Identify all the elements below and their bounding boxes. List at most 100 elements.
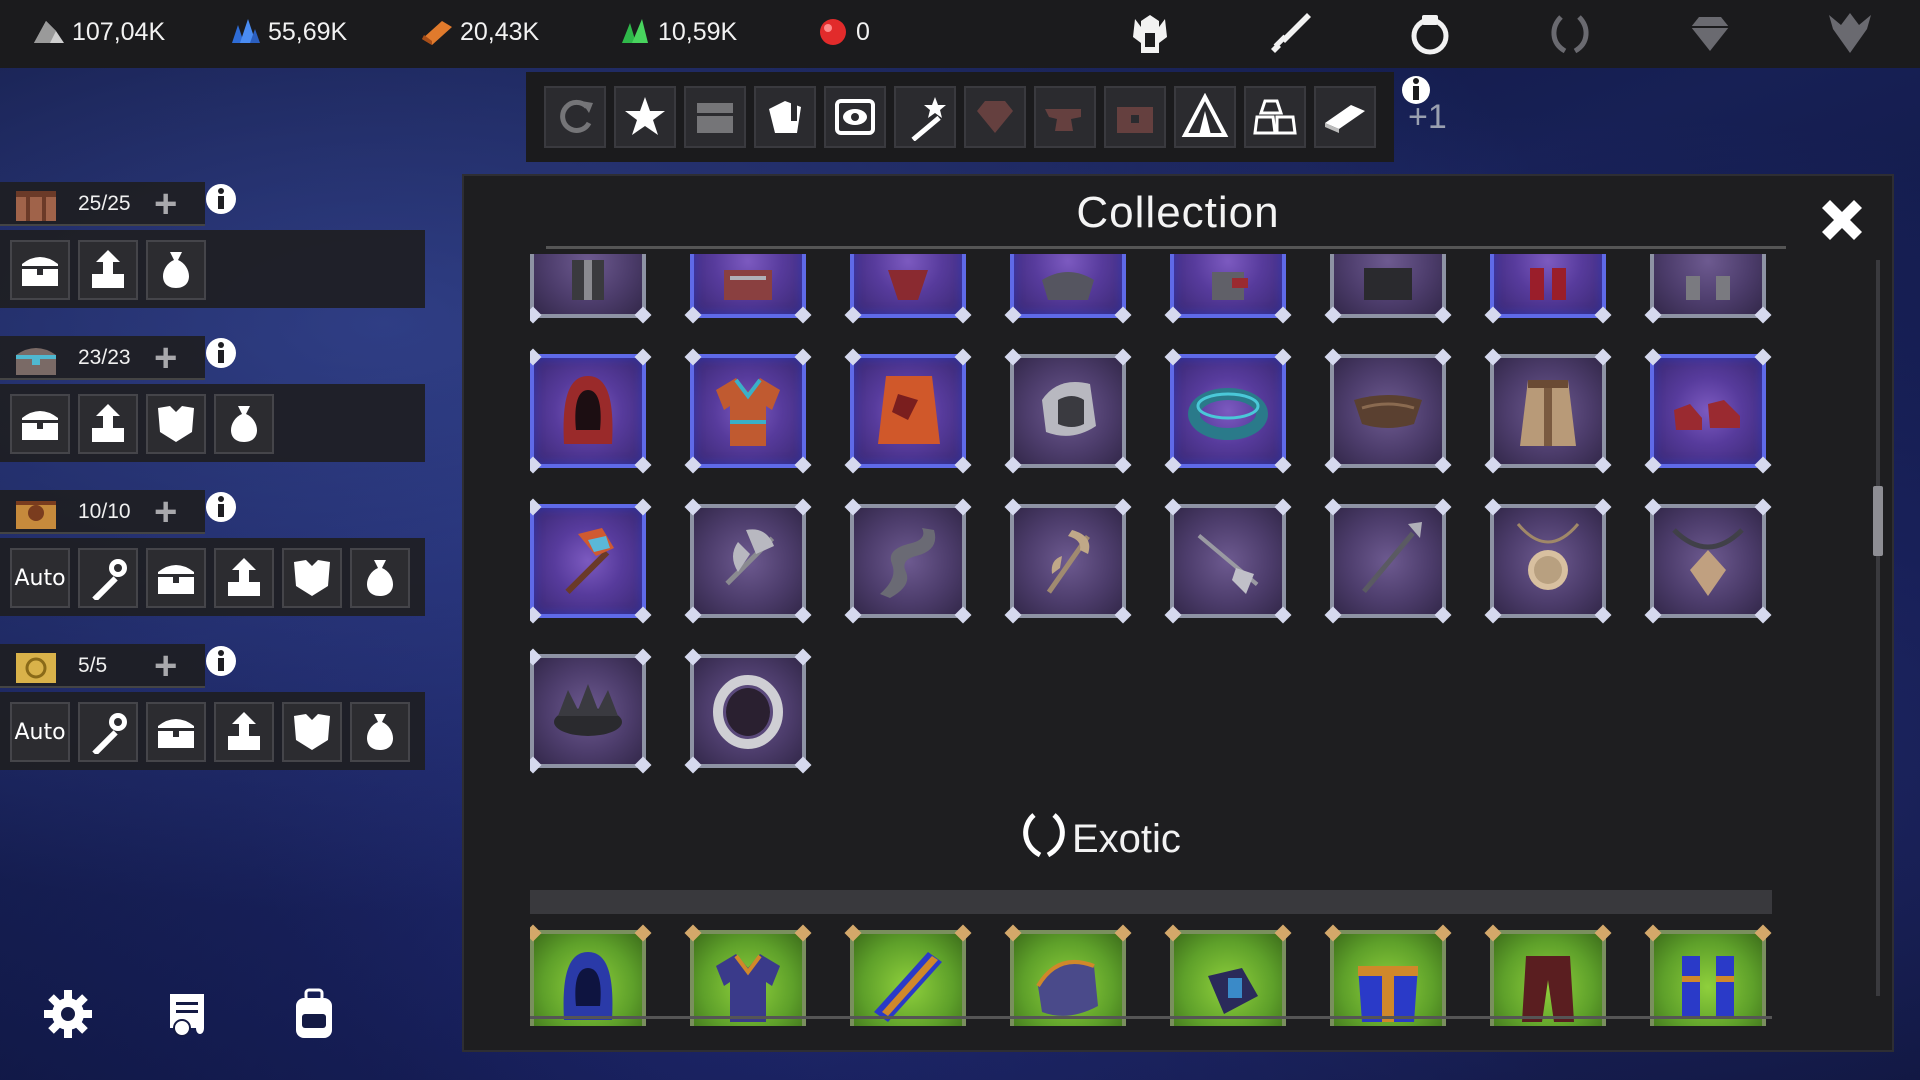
collection-item-spear[interactable] <box>1324 498 1452 624</box>
collection-item-war-hammer[interactable] <box>530 498 652 624</box>
collection-item-blue-pauldron[interactable] <box>1004 924 1132 1026</box>
bag-button[interactable] <box>146 240 206 300</box>
wrench-button[interactable] <box>78 548 138 608</box>
collection-item-blue-boots[interactable] <box>1644 924 1772 1026</box>
helmet-icon <box>572 260 604 300</box>
chest-icon <box>158 565 194 594</box>
collection-item-skirt[interactable] <box>1484 348 1612 474</box>
laurel-icon[interactable] <box>1542 6 1598 62</box>
armor-button[interactable] <box>282 702 342 762</box>
add-slot-button[interactable]: + <box>154 184 177 224</box>
open-chest-button[interactable] <box>10 394 70 454</box>
filter-treasure[interactable] <box>1104 86 1166 148</box>
add-slot-button[interactable]: + <box>154 338 177 378</box>
inventory-header: 10/10 + <box>0 490 205 534</box>
close-button[interactable] <box>1810 188 1874 252</box>
collection-item-pendant[interactable] <box>1644 498 1772 624</box>
collection-item-hood[interactable] <box>530 348 652 474</box>
auto-label: Auto <box>14 719 66 745</box>
resource-silver: 107,04K <box>32 12 165 52</box>
collection-item-blue-cape[interactable] <box>844 924 972 1026</box>
auto-button[interactable]: Auto <box>10 548 70 608</box>
armor-button[interactable] <box>146 394 206 454</box>
collection-item[interactable] <box>1484 254 1612 324</box>
collection-item-bone-staff[interactable] <box>1004 498 1132 624</box>
filter-wand[interactable] <box>894 86 956 148</box>
collection-item-blue-hood[interactable] <box>530 924 652 1026</box>
settings-gear-icon[interactable] <box>38 984 98 1044</box>
sword-icon[interactable] <box>1262 6 1318 62</box>
armor-button[interactable] <box>282 548 342 608</box>
upgrade-button[interactable] <box>214 548 274 608</box>
collection-item-blue-robe[interactable] <box>1324 924 1452 1026</box>
bag-button[interactable] <box>350 548 410 608</box>
helmet-icon[interactable] <box>1122 6 1178 62</box>
wand-icon <box>911 97 946 141</box>
filter-stones[interactable] <box>1244 86 1306 148</box>
filter-eye[interactable] <box>824 86 886 148</box>
filter-tent[interactable] <box>1174 86 1236 148</box>
collection-item[interactable] <box>844 254 972 324</box>
upgrade-button[interactable] <box>78 394 138 454</box>
collection-item-amulet[interactable] <box>1484 498 1612 624</box>
filter-refresh[interactable] <box>544 86 606 148</box>
collection-item-maroon-pants[interactable] <box>1484 924 1612 1026</box>
filter-anvil[interactable] <box>1034 86 1096 148</box>
scrollbar-track[interactable] <box>1876 260 1880 996</box>
wrench-button[interactable] <box>78 702 138 762</box>
filter-bar <box>526 72 1394 162</box>
collection-item-blue-gauntlet[interactable] <box>1164 924 1292 1026</box>
quest-scroll-icon[interactable] <box>160 984 220 1044</box>
collection-item-cape[interactable] <box>844 348 972 474</box>
chest-armor-icon <box>724 270 772 300</box>
collection-item[interactable] <box>684 254 812 324</box>
collection-item[interactable] <box>530 254 652 324</box>
collection-item[interactable] <box>1164 254 1292 324</box>
collection-item[interactable] <box>1644 254 1772 324</box>
filter-gem[interactable] <box>964 86 1026 148</box>
add-slot-button[interactable]: + <box>154 492 177 532</box>
ring-icon[interactable] <box>1402 6 1458 62</box>
bag-button[interactable] <box>350 702 410 762</box>
armor-icon <box>158 406 194 442</box>
collection-item[interactable] <box>1004 254 1132 324</box>
collection-item-band-ring[interactable] <box>684 648 812 774</box>
info-icon[interactable] <box>204 336 238 370</box>
auto-button[interactable]: Auto <box>10 702 70 762</box>
collection-item-crown[interactable] <box>530 648 652 774</box>
collection-item-serpent-blade[interactable] <box>844 498 972 624</box>
backpack-icon[interactable] <box>284 984 344 1044</box>
collection-item-bracelet[interactable] <box>1164 348 1292 474</box>
info-icon[interactable] <box>204 490 238 524</box>
open-chest-button[interactable] <box>146 548 206 608</box>
collection-item-belt[interactable] <box>1324 348 1452 474</box>
scrollbar-thumb[interactable] <box>1873 486 1883 556</box>
open-chest-button[interactable] <box>146 702 206 762</box>
collection-item[interactable] <box>1324 254 1452 324</box>
winged-emblem-icon[interactable] <box>1822 6 1878 62</box>
info-icon[interactable] <box>204 182 238 216</box>
upgrade-button[interactable] <box>78 240 138 300</box>
filter-star[interactable] <box>614 86 676 148</box>
collection-item-blue-tunic[interactable] <box>684 924 812 1026</box>
cape-icon <box>888 270 928 300</box>
collection-item-tunic[interactable] <box>684 348 812 474</box>
diamond-icon[interactable] <box>1682 6 1738 62</box>
bag-button[interactable] <box>214 394 274 454</box>
filter-chest[interactable] <box>684 86 746 148</box>
grid-bottom-divider <box>530 1016 1772 1019</box>
inventory-header: 23/23 + <box>0 336 205 380</box>
collection-item-double-axe[interactable] <box>684 498 812 624</box>
upgrade-button[interactable] <box>214 702 274 762</box>
collection-item-pauldron[interactable] <box>1004 348 1132 474</box>
filter-scroll[interactable] <box>754 86 816 148</box>
inventory-panel-3: 10/10 + Auto <box>0 490 425 616</box>
collection-item-trident[interactable] <box>1164 498 1292 624</box>
info-icon[interactable] <box>204 644 238 678</box>
open-chest-button[interactable] <box>10 240 70 300</box>
collection-item-boots[interactable] <box>1644 348 1772 474</box>
collection-grid[interactable]: Exotic <box>530 254 1790 1026</box>
add-slot-button[interactable]: + <box>154 646 177 686</box>
arrow-up-box-icon <box>92 404 124 442</box>
filter-bar-ingot[interactable] <box>1314 86 1376 148</box>
